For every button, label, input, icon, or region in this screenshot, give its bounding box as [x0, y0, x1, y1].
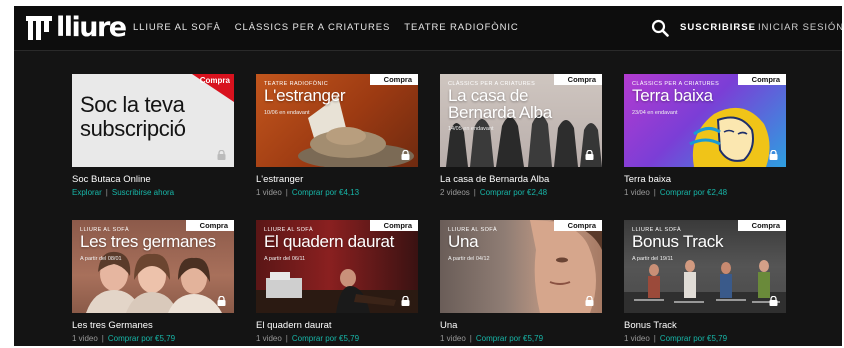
buy-link[interactable]: Comprar por €5,79 [108, 334, 175, 343]
buy-link[interactable]: Comprar por €4,13 [292, 188, 359, 197]
main-nav: LLIURE AL SOFÀ CLÀSSICS PER A CRIATURES … [133, 22, 519, 33]
meta-separator: | [105, 188, 108, 197]
card-cover-title: La casa de Bernarda Alba [448, 86, 552, 122]
video-count: 2 videos [440, 188, 470, 197]
card-thumbnail[interactable]: Compra LLIURE AL SOFÀ Una A partir del 0… [440, 220, 602, 313]
card-name[interactable]: Les tres Germanes [72, 320, 234, 332]
card-lestranger[interactable]: Compra TEATRE RADIOFÒNIC L'estranger 10/… [256, 74, 418, 198]
card-thumbnail[interactable]: Compra TEATRE RADIOFÒNIC L'estranger 10/… [256, 74, 418, 167]
card-date: A partir del 04/12 [448, 256, 490, 262]
card-cover-title: Una [448, 232, 479, 251]
card-date: 14/05 en endavant [448, 126, 494, 132]
login-link[interactable]: INICIAR SESIÓN [758, 22, 842, 33]
nav-classics-per-a-criatures[interactable]: CLÀSSICS PER A CRIATURES [235, 22, 391, 33]
video-count: 1 video [256, 188, 282, 197]
lock-icon [217, 150, 226, 160]
card-una[interactable]: Compra LLIURE AL SOFÀ Una A partir del 0… [440, 220, 602, 344]
buy-link[interactable]: Comprar por €5,79 [476, 334, 543, 343]
card-meta: 1 video | Comprar por €5,79 [256, 334, 418, 344]
card-badge: Compra [553, 74, 602, 85]
card-badge: Compra [737, 74, 786, 85]
card-thumbnail[interactable]: Compra LLIURE AL SOFÀ El quadern daurat … [256, 220, 418, 313]
card-meta: 1 video | Comprar por €2,48 [624, 188, 786, 198]
meta-separator: | [473, 188, 476, 197]
card-soc-butaca-online[interactable]: Compra Soc la teva subscripció Soc Butac… [72, 74, 234, 198]
lock-icon [769, 296, 778, 306]
buy-link[interactable]: Comprar por €2,48 [480, 188, 547, 197]
card-el-quadern-daurat[interactable]: Compra LLIURE AL SOFÀ El quadern daurat … [256, 220, 418, 344]
card-cover-title: Bonus Track [632, 232, 724, 251]
meta-separator: | [653, 334, 656, 343]
video-count: 1 video [256, 334, 282, 343]
card-terra-baixa[interactable]: Compra CLÀSSICS PER A CRIATURES Terra ba… [624, 74, 786, 198]
meta-separator: | [653, 188, 656, 197]
lock-icon [217, 296, 226, 306]
logo-text: lliure [56, 12, 127, 43]
card-les-tres-germanes[interactable]: Compra LLIURE AL SOFÀ Les tres germanes … [72, 220, 234, 344]
card-cover-title: Soc la teva subscripció [80, 92, 186, 141]
card-date: A partir del 08/01 [80, 256, 122, 262]
card-la-casa-de-bernarda-alba[interactable]: Compra CLÀSSICS PER A CRIATURES La casa … [440, 74, 602, 198]
subscribe-link[interactable]: SUSCRIBIRSE [680, 22, 756, 33]
app-frame: lliure LLIURE AL SOFÀ CLÀSSICS PER A CRI… [14, 6, 842, 346]
card-badge: Compra [199, 76, 230, 85]
card-meta: 1 video | Comprar por €4,13 [256, 188, 418, 198]
card-date: A partir del 06/11 [264, 256, 306, 262]
card-name[interactable]: Bonus Track [624, 320, 786, 332]
buy-link[interactable]: Comprar por €2,48 [660, 188, 727, 197]
search-icon[interactable] [651, 19, 669, 37]
card-badge: Compra [737, 220, 786, 231]
card-name[interactable]: El quadern daurat [256, 320, 418, 332]
explore-link[interactable]: Explorar [72, 188, 102, 197]
card-thumbnail[interactable]: Compra CLÀSSICS PER A CRIATURES La casa … [440, 74, 602, 167]
card-thumbnail[interactable]: Compra LLIURE AL SOFÀ Bonus Track A part… [624, 220, 786, 313]
card-name[interactable]: Terra baixa [624, 174, 786, 186]
card-thumbnail[interactable]: Compra Soc la teva subscripció [72, 74, 234, 167]
nav-teatre-radiofonic[interactable]: TEATRE RADIOFÒNIC [404, 22, 518, 33]
card-cover-title: L'estranger [264, 86, 346, 105]
card-badge: Compra [553, 220, 602, 231]
video-count: 1 video [440, 334, 466, 343]
buy-link[interactable]: Comprar por €5,79 [660, 334, 727, 343]
card-meta: 1 video | Comprar por €5,79 [624, 334, 786, 344]
card-meta: Explorar | Suscribirse ahora [72, 188, 234, 198]
lock-icon [585, 150, 594, 160]
card-date: A partir del 19/11 [632, 256, 674, 262]
card-meta: 2 videos | Comprar por €2,48 [440, 188, 602, 198]
card-meta: 1 video | Comprar por €5,79 [440, 334, 602, 344]
logo-mark-icon [26, 16, 52, 40]
card-thumbnail[interactable]: Compra LLIURE AL SOFÀ Les tres germanes … [72, 220, 234, 313]
card-cover-title: Terra baixa [632, 86, 713, 105]
card-badge: Compra [369, 220, 418, 231]
top-bar: lliure LLIURE AL SOFÀ CLÀSSICS PER A CRI… [14, 6, 842, 51]
card-name[interactable]: La casa de Bernarda Alba [440, 174, 602, 186]
video-count: 1 video [72, 334, 98, 343]
card-name[interactable]: Una [440, 320, 602, 332]
card-bonus-track[interactable]: Compra LLIURE AL SOFÀ Bonus Track A part… [624, 220, 786, 344]
card-name[interactable]: L'estranger [256, 174, 418, 186]
meta-separator: | [285, 334, 288, 343]
meta-separator: | [285, 188, 288, 197]
card-badge: Compra [369, 74, 418, 85]
lock-icon [585, 296, 594, 306]
lliure-logo[interactable]: lliure [26, 12, 127, 44]
lock-icon [401, 150, 410, 160]
lock-icon [769, 150, 778, 160]
video-count: 1 video [624, 334, 650, 343]
meta-separator: | [101, 334, 104, 343]
buy-link[interactable]: Comprar por €5,79 [292, 334, 359, 343]
card-date: 23/04 en endavant [632, 110, 678, 116]
card-thumbnail[interactable]: Compra CLÀSSICS PER A CRIATURES Terra ba… [624, 74, 786, 167]
card-badge: Compra [185, 220, 234, 231]
meta-separator: | [469, 334, 472, 343]
card-name[interactable]: Soc Butaca Online [72, 174, 234, 186]
lock-icon [401, 296, 410, 306]
card-cover-title: Les tres germanes [80, 232, 216, 251]
video-count: 1 video [624, 188, 650, 197]
card-cover-title: El quadern daurat [264, 232, 395, 251]
subscribe-now-link[interactable]: Suscribirse ahora [112, 188, 174, 197]
nav-lliure-al-sofa[interactable]: LLIURE AL SOFÀ [133, 22, 221, 33]
card-date: 10/06 en endavant [264, 110, 310, 116]
card-meta: 1 video | Comprar por €5,79 [72, 334, 234, 344]
